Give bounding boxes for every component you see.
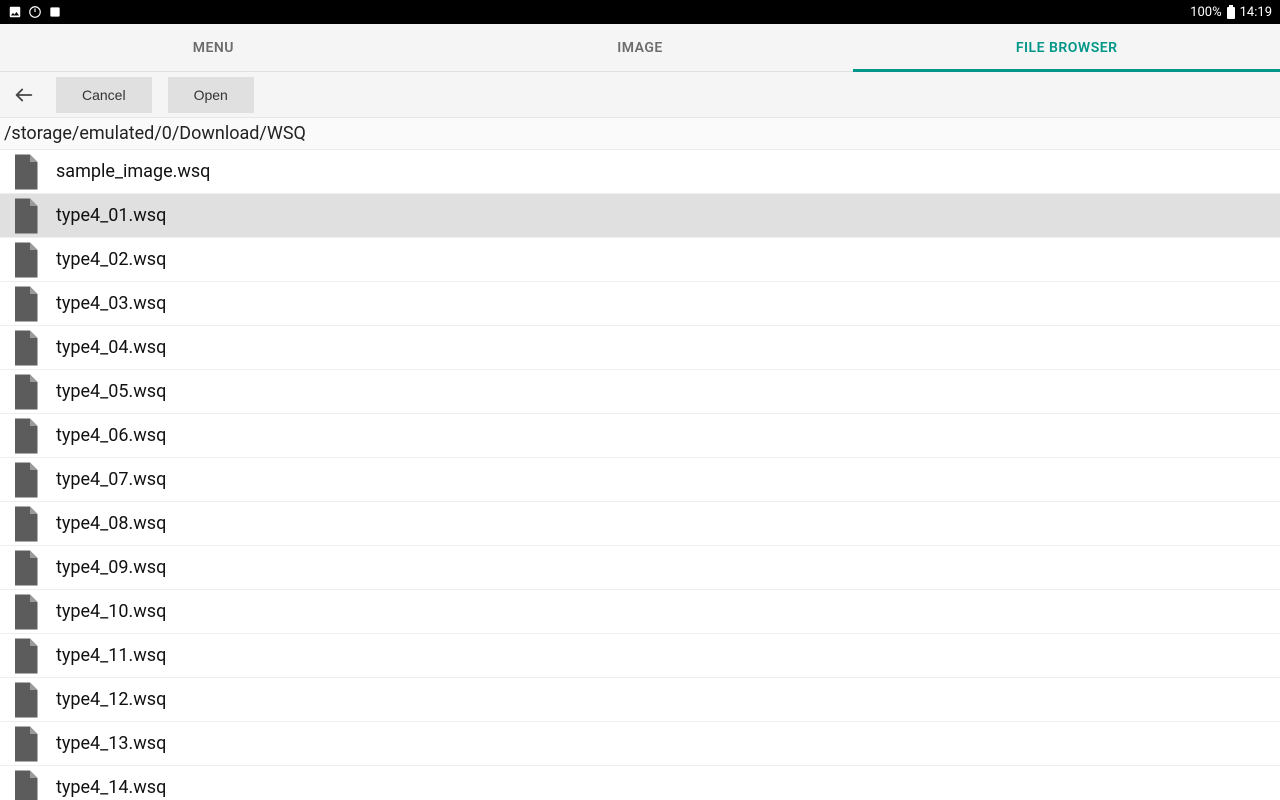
file-icon — [10, 154, 40, 190]
file-name: type4_13.wsq — [56, 733, 166, 754]
file-icon — [10, 418, 40, 454]
file-icon — [10, 726, 40, 762]
back-button[interactable] — [8, 79, 40, 111]
file-row[interactable]: type4_09.wsq — [0, 546, 1280, 590]
status-bar: 100% 14:19 — [0, 0, 1280, 24]
file-name: type4_14.wsq — [56, 777, 166, 798]
file-row[interactable]: type4_10.wsq — [0, 590, 1280, 634]
file-row[interactable]: type4_12.wsq — [0, 678, 1280, 722]
file-icon — [10, 462, 40, 498]
tab-label: FILE BROWSER — [1016, 40, 1118, 56]
file-name: type4_04.wsq — [56, 337, 166, 358]
file-icon — [10, 286, 40, 322]
file-icon — [10, 374, 40, 410]
file-name: sample_image.wsq — [56, 161, 210, 182]
tab-image[interactable]: IMAGE — [427, 24, 854, 71]
current-path: /storage/emulated/0/Download/WSQ — [4, 123, 306, 144]
notification-icon — [48, 5, 62, 19]
tab-file-browser[interactable]: FILE BROWSER — [853, 24, 1280, 71]
status-bar-left — [8, 5, 62, 19]
power-icon — [28, 5, 42, 19]
file-icon — [10, 638, 40, 674]
file-list[interactable]: sample_image.wsq type4_01.wsq type4_02.wsq… — [0, 150, 1280, 800]
file-name: type4_03.wsq — [56, 293, 166, 314]
clock: 14:19 — [1240, 5, 1272, 20]
battery-percent: 100% — [1190, 5, 1221, 20]
file-row[interactable]: type4_08.wsq — [0, 502, 1280, 546]
file-name: type4_08.wsq — [56, 513, 166, 534]
file-name: type4_11.wsq — [56, 645, 166, 666]
cancel-button[interactable]: Cancel — [56, 77, 152, 113]
file-name: type4_07.wsq — [56, 469, 166, 490]
file-row[interactable]: type4_03.wsq — [0, 282, 1280, 326]
file-icon — [10, 550, 40, 586]
file-icon — [10, 770, 40, 800]
tab-label: MENU — [193, 40, 234, 56]
file-name: type4_09.wsq — [56, 557, 166, 578]
file-name: type4_01.wsq — [56, 205, 166, 226]
file-row[interactable]: type4_01.wsq — [0, 194, 1280, 238]
file-row[interactable]: type4_04.wsq — [0, 326, 1280, 370]
file-name: type4_02.wsq — [56, 249, 166, 270]
file-row[interactable]: type4_13.wsq — [0, 722, 1280, 766]
file-name: type4_05.wsq — [56, 381, 166, 402]
tab-label: IMAGE — [617, 40, 663, 56]
file-icon — [10, 594, 40, 630]
file-name: type4_10.wsq — [56, 601, 166, 622]
file-row[interactable]: type4_11.wsq — [0, 634, 1280, 678]
file-row[interactable]: type4_14.wsq — [0, 766, 1280, 800]
open-button[interactable]: Open — [168, 77, 254, 113]
file-icon — [10, 198, 40, 234]
file-row[interactable]: type4_05.wsq — [0, 370, 1280, 414]
path-bar: /storage/emulated/0/Download/WSQ — [0, 118, 1280, 150]
file-row[interactable]: sample_image.wsq — [0, 150, 1280, 194]
status-bar-right: 100% 14:19 — [1190, 5, 1272, 20]
file-name: type4_06.wsq — [56, 425, 166, 446]
file-icon — [10, 506, 40, 542]
file-icon — [10, 242, 40, 278]
tab-bar: MENU IMAGE FILE BROWSER — [0, 24, 1280, 72]
arrow-left-icon — [13, 84, 35, 106]
toolbar: Cancel Open — [0, 72, 1280, 118]
file-name: type4_12.wsq — [56, 689, 166, 710]
file-icon — [10, 330, 40, 366]
image-icon — [8, 5, 22, 19]
battery-icon — [1226, 5, 1236, 19]
file-row[interactable]: type4_06.wsq — [0, 414, 1280, 458]
tab-menu[interactable]: MENU — [0, 24, 427, 71]
file-row[interactable]: type4_02.wsq — [0, 238, 1280, 282]
file-icon — [10, 682, 40, 718]
file-row[interactable]: type4_07.wsq — [0, 458, 1280, 502]
